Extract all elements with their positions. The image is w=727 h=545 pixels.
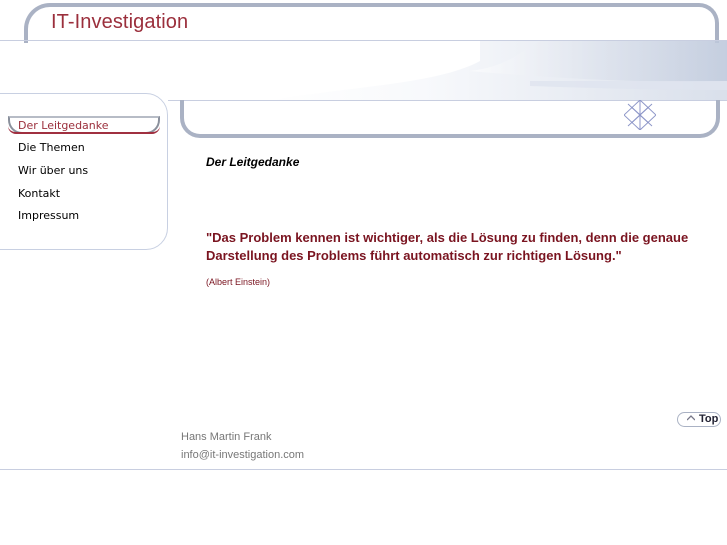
page-heading: Der Leitgedanke [206, 155, 300, 169]
footer-email-link[interactable]: info@it-investigation.com [181, 449, 304, 461]
nav-item-themen[interactable]: Die Themen [18, 141, 85, 154]
nav-item-kontakt[interactable]: Kontakt [18, 187, 60, 200]
site-title: IT-Investigation [51, 11, 189, 33]
quote-text: "Das Problem kennen ist wichtiger, als d… [206, 230, 689, 263]
nav-item-wir-ueber-uns[interactable]: Wir über uns [18, 164, 88, 177]
diamond-lattice-icon [624, 100, 656, 130]
footer-divider [0, 469, 727, 470]
back-to-top-link[interactable]: Top [677, 412, 721, 427]
quote-author: (Albert Einstein) [206, 277, 271, 287]
banner-graphic [270, 41, 727, 100]
nav-item-impressum[interactable]: Impressum [18, 209, 79, 222]
nav-item-leitgedanke[interactable]: Der Leitgedanke [18, 119, 109, 132]
footer-name: Hans Martin Frank [181, 431, 272, 443]
top-label: Top [699, 413, 719, 425]
chevron-up-icon [687, 415, 695, 421]
